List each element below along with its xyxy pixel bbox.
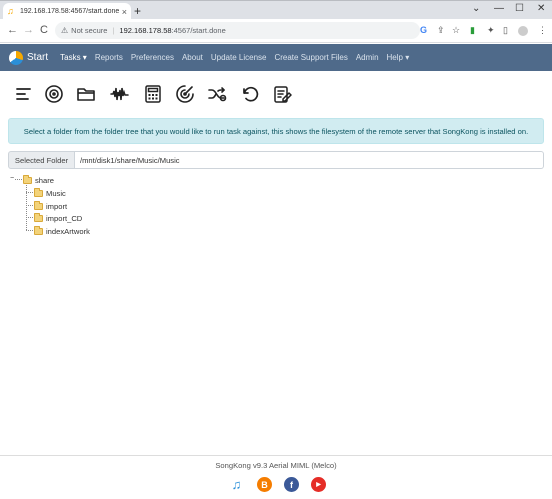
tree-connector — [26, 217, 33, 218]
selected-folder-group: Selected Folder /mnt/disk1/share/Music/M… — [8, 151, 544, 169]
side-panel-icon[interactable]: ▯ — [503, 25, 508, 36]
menu-preferences[interactable]: Preferences — [131, 53, 174, 62]
tree-node-import[interactable]: import — [34, 200, 67, 212]
brand-label: Start — [27, 52, 49, 63]
menu-create-support-files[interactable]: Create Support Files — [274, 53, 347, 62]
url-path: :4567/start.done — [171, 26, 226, 35]
tree-node-label: share — [35, 175, 54, 185]
forward-button[interactable]: → — [23, 24, 34, 36]
folder-icon[interactable] — [75, 83, 97, 105]
bookmark-star-icon[interactable]: ☆ — [452, 25, 460, 36]
browser-toolbar: ← → C ⚠ Not secure | 192.168.178.58 :456… — [0, 19, 552, 43]
folder-icon — [34, 225, 43, 235]
tree-connector — [26, 205, 33, 206]
task-action-bar — [0, 75, 552, 113]
folder-icon — [34, 212, 43, 222]
facebook-icon[interactable]: f — [284, 477, 299, 492]
warning-icon[interactable]: ⚠ — [61, 26, 68, 35]
calculator-icon[interactable] — [142, 83, 164, 105]
extension-battery-icon[interactable]: ▮ — [470, 25, 475, 36]
tree-node-label: Music — [46, 188, 66, 198]
address-bar[interactable]: ⚠ Not secure | 192.168.178.58 :4567/star… — [55, 22, 420, 39]
profile-avatar[interactable] — [518, 26, 528, 36]
share-icon[interactable]: ⇪ — [437, 25, 445, 36]
fix-songs-icon[interactable] — [43, 83, 65, 105]
songkong-logo-icon — [9, 50, 23, 65]
radar-icon[interactable] — [174, 83, 196, 105]
blogger-icon[interactable]: B — [257, 477, 272, 492]
tree-node-music[interactable]: Music — [34, 187, 66, 199]
tree-node-label: import — [46, 201, 68, 211]
security-status: Not secure — [71, 26, 108, 35]
back-button[interactable]: ← — [7, 24, 18, 36]
tree-node-label: import_CD — [46, 213, 83, 223]
selected-folder-label: Selected Folder — [8, 151, 75, 169]
new-tab-button[interactable]: + — [134, 4, 141, 18]
menu-tasks[interactable]: Tasks ▾ — [60, 53, 87, 62]
tab-title: 192.168.178.58:4567/start.done — [20, 8, 119, 15]
audio-waveform-icon[interactable] — [109, 83, 131, 105]
songkong-favicon-icon: ♫ — [7, 6, 14, 16]
browser-tab[interactable]: ♫ 192.168.178.58:4567/start.done × — [3, 3, 131, 20]
minimize-button[interactable]: — — [494, 3, 504, 14]
status-icon[interactable] — [13, 83, 35, 105]
tree-connector — [26, 192, 33, 193]
app-navbar: Start Tasks ▾ Reports Preferences About … — [0, 44, 552, 71]
menu-kebab-icon[interactable]: ⋮ — [538, 25, 547, 36]
brand-link[interactable]: Start — [9, 50, 49, 65]
info-alert: Select a folder from the folder tree tha… — [8, 118, 544, 144]
extensions-puzzle-icon[interactable]: ✦ — [487, 25, 495, 36]
menu-reports[interactable]: Reports — [95, 53, 123, 62]
url-host: 192.168.178.58 — [119, 26, 172, 35]
tree-collapse-toggle[interactable]: − — [10, 175, 14, 182]
songkong-icon[interactable]: ♫ — [229, 477, 244, 492]
undo-icon[interactable] — [239, 83, 261, 105]
menu-admin[interactable]: Admin — [356, 53, 379, 62]
folder-open-icon — [23, 174, 32, 184]
menu-about[interactable]: About — [182, 53, 203, 62]
tree-node-import-cd[interactable]: import_CD — [34, 212, 82, 224]
browser-tab-strip: ♫ 192.168.178.58:4567/start.done × + ⌄ —… — [0, 0, 552, 20]
folder-icon — [34, 187, 43, 197]
folder-icon — [34, 200, 43, 210]
edit-list-icon[interactable] — [271, 83, 293, 105]
tab-close-icon[interactable]: × — [122, 7, 127, 17]
tree-node-share[interactable]: share — [23, 174, 54, 186]
reload-button[interactable]: C — [40, 24, 48, 36]
youtube-icon[interactable]: ▶ — [311, 477, 326, 492]
close-window-button[interactable]: ✕ — [537, 3, 545, 14]
page-footer: SongKong v9.3 Aerial MIML (Melco) ♫ B f … — [0, 455, 552, 499]
tree-connector — [15, 179, 22, 180]
alert-text: Select a folder from the folder tree tha… — [23, 126, 529, 136]
menu-update-license[interactable]: Update License — [211, 53, 267, 62]
menu-help[interactable]: Help ▾ — [387, 53, 410, 62]
version-text: SongKong v9.3 Aerial MIML (Melco) — [215, 461, 337, 470]
url-separator: | — [112, 26, 115, 35]
google-icon[interactable]: G — [420, 25, 427, 35]
chevron-down-icon[interactable]: ⌄ — [472, 3, 480, 14]
shuffle-icon[interactable] — [206, 83, 228, 105]
selected-folder-field[interactable]: /mnt/disk1/share/Music/Music — [75, 151, 544, 169]
tree-node-indexartwork[interactable]: indexArtwork — [34, 225, 90, 237]
tree-connector — [26, 230, 33, 231]
tree-node-label: indexArtwork — [46, 226, 90, 236]
maximize-button[interactable]: ☐ — [515, 3, 524, 14]
